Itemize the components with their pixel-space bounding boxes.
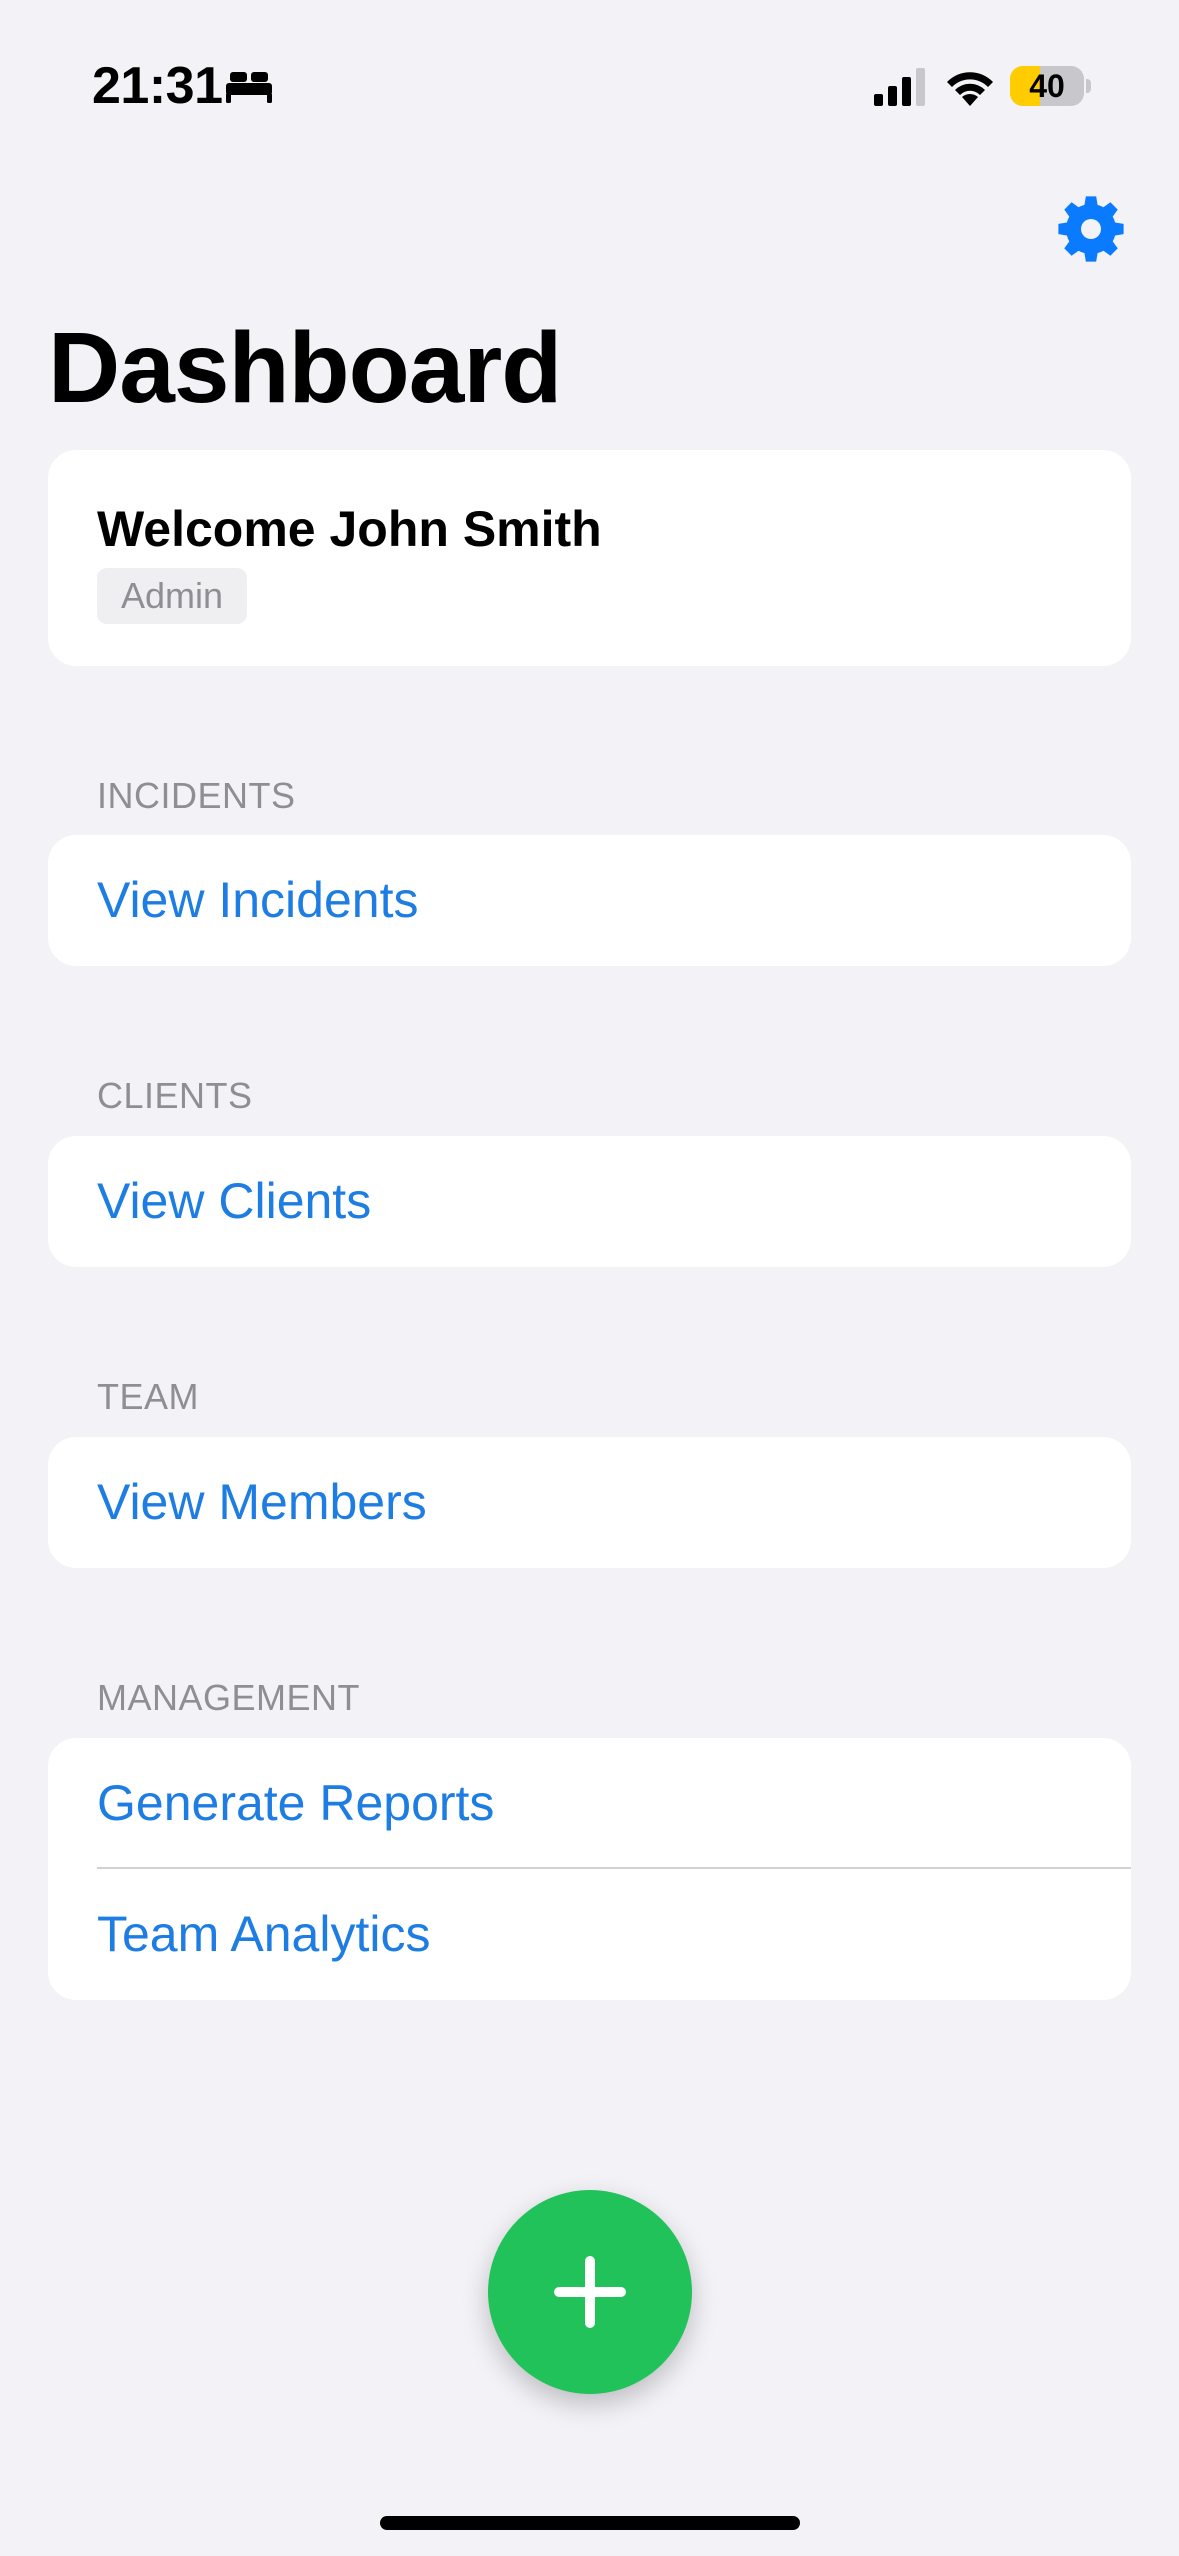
status-time: 21:31 bbox=[92, 57, 223, 115]
cellular-signal-icon bbox=[874, 68, 925, 106]
view-clients-label: View Clients bbox=[97, 1173, 372, 1229]
team-card: View Members bbox=[48, 1437, 1131, 1568]
view-incidents-row[interactable]: View Incidents bbox=[48, 835, 1131, 966]
page-title: Dashboard bbox=[48, 312, 562, 424]
plus-icon bbox=[554, 2256, 626, 2328]
section-header-team: TEAM bbox=[97, 1376, 200, 1417]
team-analytics-label: Team Analytics bbox=[97, 1906, 431, 1962]
add-button[interactable] bbox=[488, 2190, 692, 2394]
battery-icon: 40 bbox=[1010, 66, 1084, 106]
status-bar: 21:31 40 bbox=[0, 0, 1179, 175]
team-analytics-row[interactable]: Team Analytics bbox=[48, 1869, 1131, 2000]
generate-reports-label: Generate Reports bbox=[97, 1775, 495, 1831]
battery-level: 40 bbox=[1029, 68, 1065, 104]
battery-cap bbox=[1086, 79, 1091, 93]
welcome-card: Welcome John Smith Admin bbox=[48, 450, 1131, 666]
clients-card: View Clients bbox=[48, 1136, 1131, 1267]
view-members-row[interactable]: View Members bbox=[48, 1437, 1131, 1568]
section-header-clients: CLIENTS bbox=[97, 1075, 253, 1116]
view-members-label: View Members bbox=[97, 1474, 427, 1530]
wifi-icon bbox=[947, 72, 993, 106]
incidents-card: View Incidents bbox=[48, 835, 1131, 966]
home-indicator bbox=[380, 2516, 800, 2530]
welcome-text: Welcome John Smith bbox=[97, 501, 602, 557]
section-header-incidents: INCIDENTS bbox=[97, 775, 296, 816]
section-header-management: MANAGEMENT bbox=[97, 1677, 361, 1718]
view-incidents-label: View Incidents bbox=[97, 872, 419, 928]
view-clients-row[interactable]: View Clients bbox=[48, 1136, 1131, 1267]
bed-icon bbox=[226, 72, 272, 103]
management-card: Generate Reports Team Analytics bbox=[48, 1738, 1131, 2000]
generate-reports-row[interactable]: Generate Reports bbox=[48, 1738, 1131, 1869]
gear-icon[interactable] bbox=[1056, 194, 1126, 264]
role-badge: Admin bbox=[97, 568, 248, 624]
